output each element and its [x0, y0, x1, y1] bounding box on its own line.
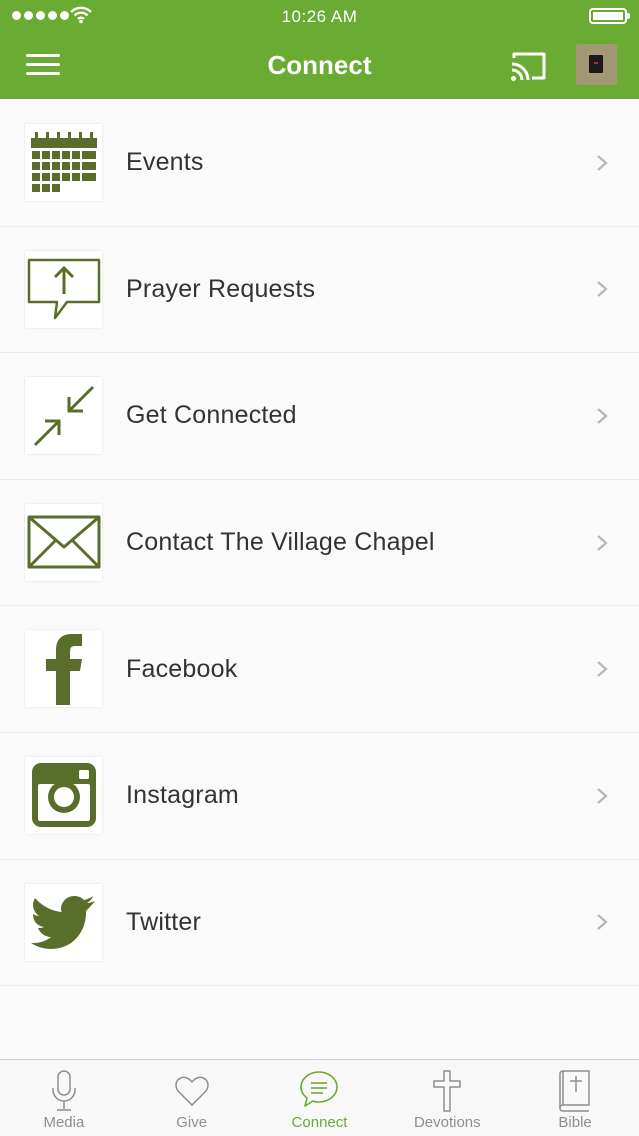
- chevron-right-icon: [597, 914, 608, 931]
- bible-icon: [554, 1070, 596, 1112]
- list-item-label: Get Connected: [126, 401, 297, 430]
- tab-label: Devotions: [413, 1114, 481, 1131]
- tab-label: Connect: [291, 1114, 348, 1131]
- cast-icon[interactable]: [510, 50, 548, 82]
- list-item-label: Events: [126, 148, 204, 177]
- chevron-right-icon: [597, 534, 608, 551]
- tab-label: Media: [43, 1114, 85, 1131]
- chat-icon: [298, 1070, 340, 1112]
- book-icon: [589, 55, 603, 73]
- status-bar: 10:26 AM: [0, 0, 639, 34]
- twitter-icon: [25, 883, 102, 961]
- battery-icon: [589, 8, 630, 24]
- chevron-right-icon: [597, 787, 608, 804]
- chevron-right-icon: [597, 661, 608, 677]
- microphone-icon: [43, 1070, 85, 1112]
- tab-connect[interactable]: Connect: [256, 1060, 384, 1136]
- prayer-bubble-icon: [25, 250, 102, 328]
- tab-bar: Media Give Connect Devotions Bible: [0, 1059, 639, 1136]
- connect-list: Events Prayer Requests Get Connected Con…: [0, 100, 639, 987]
- list-item-events[interactable]: Events: [0, 100, 639, 227]
- facebook-icon: [25, 630, 102, 708]
- tab-devotions[interactable]: Devotions: [383, 1060, 511, 1136]
- list-item-instagram[interactable]: Instagram: [0, 732, 639, 860]
- list-item-facebook[interactable]: Facebook: [0, 606, 639, 733]
- app-header: 10:26 AM Connect: [0, 0, 639, 99]
- avatar[interactable]: [576, 44, 617, 85]
- list-item-label: Instagram: [126, 781, 239, 810]
- tab-media[interactable]: Media: [0, 1060, 128, 1136]
- list-item-prayer-requests[interactable]: Prayer Requests: [0, 226, 639, 354]
- arrows-in-icon: [25, 377, 102, 455]
- tab-give[interactable]: Give: [128, 1060, 256, 1136]
- tab-label: Give: [176, 1114, 208, 1131]
- status-time: 10:26 AM: [281, 7, 358, 26]
- tab-bible[interactable]: Bible: [511, 1060, 639, 1136]
- tab-label: Bible: [558, 1114, 592, 1131]
- chevron-right-icon: [597, 154, 608, 171]
- list-item-twitter[interactable]: Twitter: [0, 859, 639, 987]
- list-item-label: Twitter: [126, 907, 202, 936]
- instagram-icon: [25, 756, 102, 834]
- list-item-label: Prayer Requests: [126, 274, 316, 303]
- list-item-get-connected[interactable]: Get Connected: [0, 353, 639, 480]
- cross-icon: [426, 1070, 468, 1112]
- chevron-right-icon: [597, 281, 608, 298]
- chevron-right-icon: [597, 408, 608, 424]
- list-item-label: Facebook: [126, 654, 238, 683]
- calendar-icon: [25, 124, 102, 201]
- heart-icon: [171, 1070, 213, 1112]
- list-item-contact[interactable]: Contact The Village Chapel: [0, 479, 639, 607]
- envelope-icon: [25, 503, 102, 581]
- list-item-label: Contact The Village Chapel: [126, 528, 435, 557]
